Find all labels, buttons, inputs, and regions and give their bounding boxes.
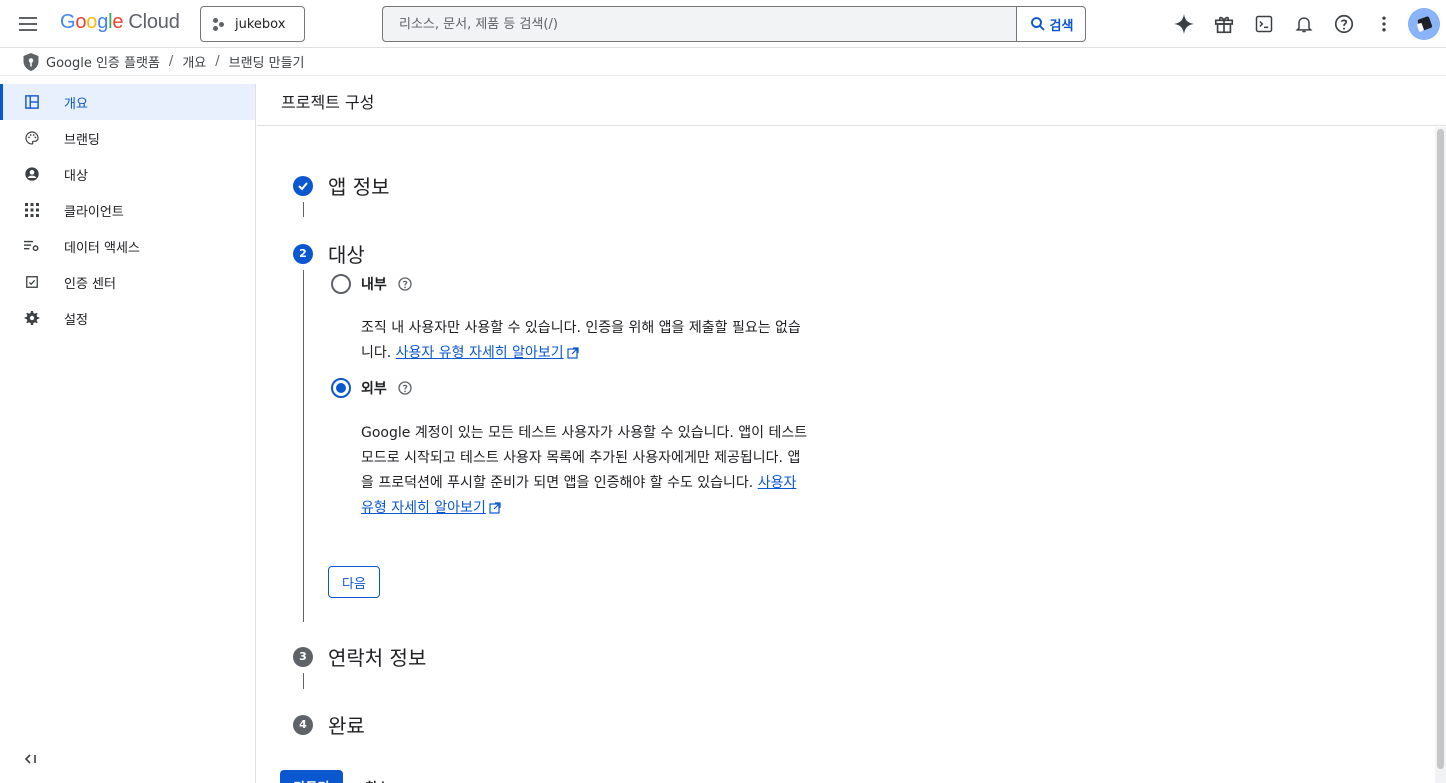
top-icons [1164,0,1446,48]
breadcrumb-separator: / [215,54,220,69]
check-circle-icon [293,175,313,196]
project-icon [213,17,227,31]
audience-external-option[interactable]: 외부 [331,378,413,398]
person-icon [24,166,40,182]
cancel-button[interactable]: 취소 [357,770,397,783]
settings-icon [24,310,40,326]
breadcrumb: Google 인증 플랫폼 / 개요 / 브랜딩 만들기 [0,48,1446,76]
apps-grid-icon [24,202,40,218]
sidebar: 개요 브랜딩 대상 클라이언트 데이터 액세스 인증 센터 설정 [0,84,256,783]
step-contact-info[interactable]: 3 연락처 정보 [293,642,426,671]
internal-description: 조직 내 사용자만 사용할 수 있습니다. 인증을 위해 앱을 제출할 필요는 … [361,320,801,361]
step-connector [303,270,304,622]
help-icon[interactable] [1324,4,1364,44]
project-picker-button[interactable]: jukebox [200,6,305,42]
external-description: Google 계정이 있는 모든 테스트 사용자가 사용할 수 있습니다. 앱이… [361,425,808,516]
sidebar-item-audience[interactable]: 대상 [0,156,255,192]
next-button[interactable]: 다음 [328,566,380,598]
scrollbar-thumb[interactable] [1437,129,1444,769]
main-menu-icon[interactable] [16,12,40,36]
stepper-content: 앱 정보 2 대상 내부 조직 내 사용자만 사용할 수 있습니다. 인증을 위… [257,127,1435,783]
scrollbar[interactable] [1435,127,1446,783]
help-icon[interactable] [397,276,413,292]
dashboard-icon [24,94,40,110]
top-bar: GoogleCloud jukebox 검색 [0,0,1446,48]
sidebar-item-overview[interactable]: 개요 [0,84,255,120]
search-icon [1030,17,1045,31]
more-vert-icon[interactable] [1364,4,1404,44]
cloud-shell-icon[interactable] [1244,4,1284,44]
sidebar-item-settings[interactable]: 설정 [0,300,255,336]
step-connector [303,202,304,217]
sidebar-item-verification-center[interactable]: 인증 센터 [0,264,255,300]
search-bar[interactable] [382,6,1016,42]
step-number-badge: 4 [293,714,313,735]
shield-icon [22,52,40,72]
search-button[interactable]: 검색 [1016,6,1086,42]
breadcrumb-separator: / [168,54,174,69]
learn-user-type-link[interactable]: 사용자 유형 자세히 알아보기 [396,345,564,361]
external-link-icon [566,347,579,359]
google-cloud-logo[interactable]: Google Cloud [60,11,180,34]
external-link-icon [489,502,501,514]
step-audience: 2 대상 [293,239,365,268]
gift-icon[interactable] [1204,4,1244,44]
step-app-info[interactable]: 앱 정보 [293,171,390,200]
avatar[interactable] [1408,8,1440,40]
page-title: 프로젝트 구성 [257,76,1446,126]
sidebar-item-clients[interactable]: 클라이언트 [0,192,255,228]
step-number-badge: 3 [293,646,313,667]
notifications-icon[interactable] [1284,4,1324,44]
sidebar-item-branding[interactable]: 브랜딩 [0,120,255,156]
breadcrumb-overview[interactable]: 개요 [182,52,206,71]
breadcrumb-create-branding: 브랜딩 만들기 [228,56,305,71]
help-icon[interactable] [397,380,413,396]
search-input[interactable] [399,16,1016,32]
step-number-badge: 2 [293,243,313,264]
step-finish[interactable]: 4 완료 [293,710,365,739]
sidebar-item-data-access[interactable]: 데이터 액세스 [0,228,255,264]
create-button[interactable]: 만들기 [280,770,343,783]
data-access-icon [24,238,40,254]
verified-icon [24,274,40,290]
palette-icon [24,130,40,146]
gemini-spark-icon[interactable] [1164,4,1204,44]
step-connector [303,673,304,689]
breadcrumb-auth-platform[interactable]: Google 인증 플랫폼 [46,52,160,71]
audience-internal-option[interactable]: 내부 [331,274,413,294]
external-radio[interactable] [331,378,351,398]
collapse-icon [24,754,36,764]
collapse-sidebar-button[interactable] [24,752,38,770]
internal-radio[interactable] [331,274,351,294]
project-name: jukebox [235,16,286,32]
